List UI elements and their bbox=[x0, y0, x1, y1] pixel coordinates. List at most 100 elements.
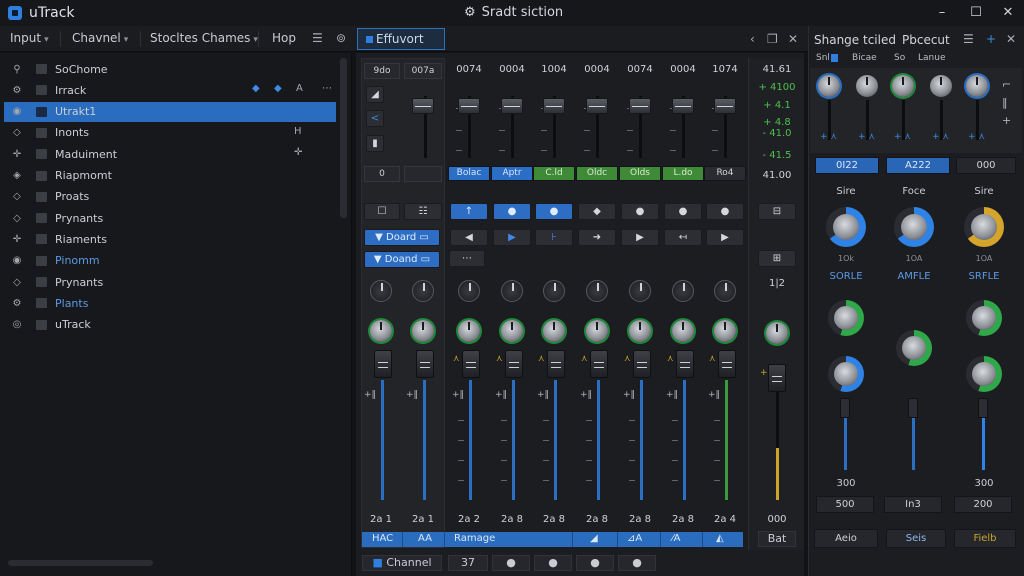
list-icon[interactable]: ☰ bbox=[312, 31, 323, 45]
channel-name-button[interactable]: Oldc bbox=[576, 166, 618, 181]
close-button[interactable]: ✕ bbox=[998, 4, 1018, 22]
right-panel-side-icon[interactable]: ‖ bbox=[1002, 96, 1008, 109]
right-panel-bottom-3[interactable]: Fielb bbox=[954, 529, 1016, 548]
sidebar-level-2[interactable]: 007a bbox=[404, 63, 442, 79]
track-list-scrollbar[interactable] bbox=[340, 58, 347, 218]
transport-button[interactable]: ◀ bbox=[450, 229, 488, 246]
transport-button[interactable]: ▶ bbox=[621, 229, 659, 246]
sidebar-fader-handle[interactable] bbox=[416, 350, 434, 378]
transport-button[interactable]: ● bbox=[621, 203, 659, 220]
channel-name-button[interactable]: Bolac bbox=[448, 166, 490, 181]
transport-button[interactable]: ◆ bbox=[578, 203, 616, 220]
right-panel-fader-handle[interactable] bbox=[978, 398, 988, 418]
right-panel-button-1[interactable]: 0I22 bbox=[815, 157, 879, 174]
track-row[interactable]: ◇ Proats bbox=[4, 187, 336, 207]
sidebar-pan-knob[interactable] bbox=[412, 280, 434, 302]
sidebar-list-button[interactable]: ☷ bbox=[404, 203, 442, 220]
sidebar-fader-handle[interactable] bbox=[374, 350, 392, 378]
tab-snl[interactable]: Snl bbox=[816, 53, 838, 63]
right-panel-side-icon[interactable]: + bbox=[1002, 114, 1011, 127]
sidebar-dropdown-1[interactable]: ▼ Doard ▭ bbox=[364, 229, 440, 246]
tab-so[interactable]: So bbox=[894, 53, 905, 63]
add-icon[interactable]: + bbox=[986, 32, 996, 46]
transport-button[interactable]: ➜ bbox=[578, 229, 616, 246]
track-row[interactable]: ⚙ Irrack ◆ ◆ A ⋯ bbox=[4, 80, 336, 100]
transport-button[interactable]: ● bbox=[706, 203, 744, 220]
eq-knob[interactable] bbox=[828, 300, 864, 336]
eq-knob[interactable] bbox=[966, 300, 1002, 336]
sidebar-gain-knob[interactable] bbox=[370, 320, 392, 342]
eq-knob[interactable] bbox=[896, 330, 932, 366]
column-value-box[interactable]: 500 bbox=[816, 496, 874, 513]
transport-button[interactable]: ⊦ bbox=[535, 229, 573, 246]
minimize-button[interactable]: – bbox=[932, 4, 952, 22]
menu-help[interactable]: Hop bbox=[272, 31, 296, 45]
transport-button[interactable]: ▶ bbox=[706, 229, 744, 246]
sidebar-pan-knob[interactable] bbox=[370, 280, 392, 302]
footer-value[interactable]: 37 bbox=[448, 555, 488, 571]
big-gain-knob[interactable] bbox=[894, 207, 934, 247]
transport-button[interactable]: ● bbox=[535, 203, 573, 220]
track-action-icon[interactable]: H bbox=[294, 126, 302, 137]
right-panel-bottom-1[interactable]: Aeio bbox=[814, 529, 878, 548]
eq-knob[interactable] bbox=[828, 356, 864, 392]
sidebar-square-button[interactable]: ☐ bbox=[364, 203, 400, 220]
channel-fader-handle[interactable] bbox=[505, 350, 523, 378]
track-row[interactable]: ◈ Riapmomt bbox=[4, 166, 336, 186]
channel-fader-handle[interactable] bbox=[501, 98, 523, 114]
channel-fader-handle[interactable] bbox=[633, 350, 651, 378]
channel-name-button[interactable]: Ro4 bbox=[704, 166, 746, 181]
tab-bicae[interactable]: Bicae bbox=[852, 53, 877, 63]
track-action-icon[interactable]: ✛ bbox=[294, 147, 302, 158]
channel-gain-knob[interactable] bbox=[586, 320, 608, 342]
track-action-icon[interactable]: ⋯ bbox=[322, 83, 332, 94]
track-action-icon[interactable]: ◆ bbox=[252, 83, 260, 94]
close-panel-icon[interactable]: ✕ bbox=[788, 32, 798, 46]
copy-icon[interactable]: ❐ bbox=[767, 32, 778, 46]
settings-icon[interactable]: ⊚ bbox=[336, 31, 346, 45]
bottom-bar-icon-3[interactable]: ⁄A bbox=[672, 533, 681, 544]
channel-fader-handle[interactable] bbox=[590, 350, 608, 378]
channel-fader-handle[interactable] bbox=[543, 98, 565, 114]
bottom-bar-icon-2[interactable]: ⊿A bbox=[627, 533, 642, 544]
tab-lanue[interactable]: Lanue bbox=[918, 53, 945, 63]
footer-dot-4[interactable]: ● bbox=[618, 555, 656, 571]
bottom-bar-hac[interactable]: HAC bbox=[372, 533, 393, 544]
footer-dot-1[interactable]: ● bbox=[492, 555, 530, 571]
bottom-bar-icon-4[interactable]: ◭ bbox=[716, 533, 724, 544]
sidebar-gain-knob[interactable] bbox=[412, 320, 434, 342]
channel-gain-knob[interactable] bbox=[543, 320, 565, 342]
menu-stocltes[interactable]: Stocltes Chames ▾ bbox=[150, 31, 258, 45]
channel-pan-knob[interactable] bbox=[543, 280, 565, 302]
close-icon[interactable]: ✕ bbox=[1006, 32, 1016, 46]
list-icon[interactable]: ☰ bbox=[963, 32, 974, 46]
track-row[interactable]: ◎ uTrack bbox=[4, 315, 336, 335]
channel-pan-knob[interactable] bbox=[629, 280, 651, 302]
chevron-left-icon[interactable]: ‹ bbox=[750, 32, 755, 46]
menu-input[interactable]: Input ▾ bbox=[10, 31, 49, 45]
column-value-box[interactable]: 200 bbox=[954, 496, 1012, 513]
right-panel-button-3[interactable]: 000 bbox=[956, 157, 1016, 174]
master-fader-handle[interactable] bbox=[768, 364, 786, 392]
sidebar-tool-2[interactable]: < bbox=[366, 110, 384, 127]
menu-channel[interactable]: Chavnel ▾ bbox=[72, 31, 128, 45]
tab-effort[interactable]: Effuvort bbox=[357, 28, 445, 50]
track-action-icon[interactable]: ◆ bbox=[274, 83, 282, 94]
big-gain-knob[interactable] bbox=[826, 207, 866, 247]
channel-name-button[interactable]: L.do bbox=[662, 166, 704, 181]
right-panel-knob[interactable] bbox=[818, 75, 840, 97]
footer-dot-2[interactable]: ● bbox=[534, 555, 572, 571]
right-panel-knob[interactable] bbox=[930, 75, 952, 97]
channel-gain-knob[interactable] bbox=[672, 320, 694, 342]
footer-dot-3[interactable]: ● bbox=[576, 555, 614, 571]
channel-gain-knob[interactable] bbox=[501, 320, 523, 342]
sidebar-dropdown-2[interactable]: ▼ Doand ▭ bbox=[364, 251, 440, 268]
right-panel-knob[interactable] bbox=[892, 75, 914, 97]
channel-fader-handle[interactable] bbox=[718, 350, 736, 378]
transport-button[interactable]: ● bbox=[664, 203, 702, 220]
channel-pan-knob[interactable] bbox=[586, 280, 608, 302]
channel-fader-handle[interactable] bbox=[458, 98, 480, 114]
sidebar-tool-3[interactable]: ▮ bbox=[366, 135, 384, 152]
track-row[interactable]: ✛ Maduiment ✛ bbox=[4, 144, 336, 164]
transport-button[interactable]: ▶ bbox=[493, 229, 531, 246]
